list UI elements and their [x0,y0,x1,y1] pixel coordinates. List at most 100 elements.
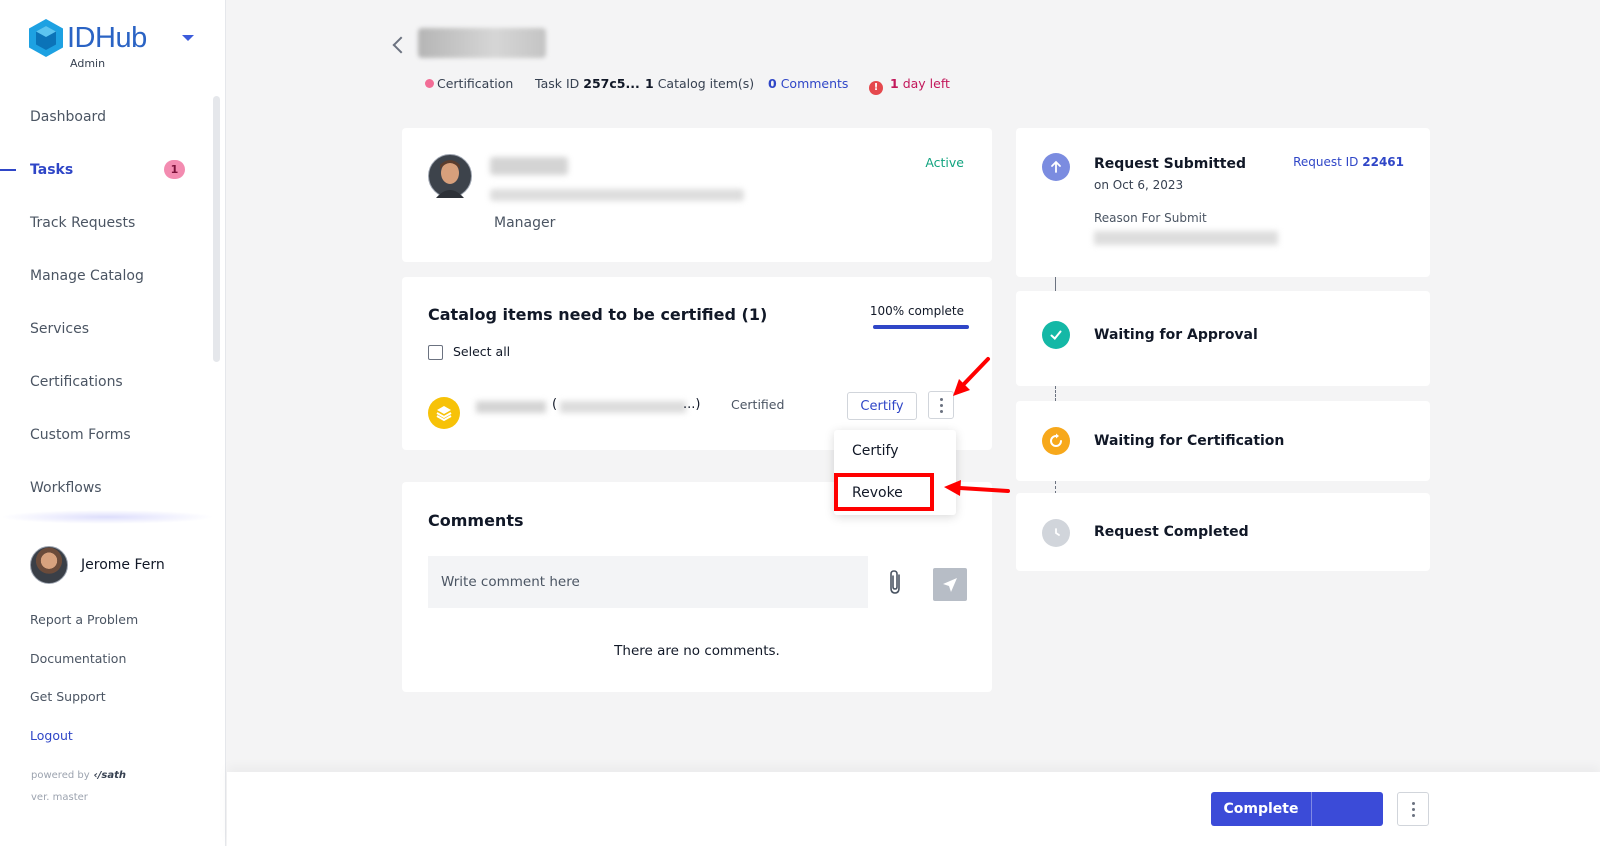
user-profile[interactable]: Jerome Fern [30,546,165,584]
reason-text-redacted [1094,231,1278,245]
alert-icon: ! [869,81,883,95]
layers-icon [436,406,452,422]
complete-label: Complete [1223,801,1299,817]
send-icon [943,577,957,592]
sidebar-item-workflows[interactable]: Workflows [0,461,214,514]
request-id-label: Request ID [1293,155,1359,169]
progress-label: 100% complete [869,304,964,318]
sidebar-links: Report a Problem Documentation Get Suppo… [30,612,138,766]
idhub-logo-icon [29,19,63,57]
sidebar-nav: Dashboard Tasks 1 Track Requests Manage C… [0,90,214,514]
action-bar: Complete [227,772,1600,846]
user-email-redacted [490,189,744,201]
catalog-card: Catalog items need to be certified (1) 1… [402,277,992,450]
sidebar-item-label: Certifications [30,373,123,390]
send-comment-button[interactable] [933,568,967,601]
status-badge: Active [925,155,964,170]
catalog-count-label: Catalog item(s) [657,76,755,91]
empty-comments-text: There are no comments. [614,643,780,659]
catalog-item-name-redacted [476,401,546,413]
due-status: ! 1 day left [869,76,950,95]
type-dot-icon [425,79,434,88]
sidebar-item-manage-catalog[interactable]: Manage Catalog [0,249,214,302]
revoke-highlight-box [834,473,934,511]
sidebar-item-certifications[interactable]: Certifications [0,355,214,408]
task-title-redacted [418,28,546,58]
sidebar-scrollbar[interactable] [213,96,220,362]
report-problem-link[interactable]: Report a Problem [30,612,138,651]
catalog-title: Catalog items need to be certified (1) [428,305,768,324]
days-label: day left [902,76,950,91]
task-id-label: Task ID [535,76,580,91]
tasks-count-badge: 1 [164,160,185,179]
certify-button[interactable]: Certify [847,392,917,420]
check-icon [1042,321,1070,349]
comments-link[interactable]: 0 Comments [768,76,848,91]
in-progress-icon [1042,427,1070,455]
sidebar-item-label: Track Requests [30,214,136,231]
progress-bar [873,325,969,329]
sidebar-divider [0,510,214,524]
kebab-dot-icon [1411,813,1415,817]
comments-label: Comments [780,76,849,91]
sidebar-item-label: Tasks [30,161,74,178]
avatar [30,546,68,584]
sidebar: IDHub Admin Dashboard Tasks 1 Track Reque… [0,0,226,846]
sidebar-item-dashboard[interactable]: Dashboard [0,90,214,143]
complete-button[interactable]: Complete [1211,792,1383,826]
sidebar-item-label: Custom Forms [30,426,131,443]
sidebar-item-label: Services [30,320,90,337]
step-title: Request Submitted [1094,156,1247,172]
user-role: Manager [494,215,556,231]
arrow-up-icon [1042,153,1070,181]
comments-title: Comments [428,511,524,530]
days-count: 1 [890,76,899,91]
reason-label: Reason For Submit [1094,211,1207,225]
get-support-link[interactable]: Get Support [30,689,138,728]
brand-name: IDHub [67,21,147,54]
sidebar-item-label: Manage Catalog [30,267,144,284]
version-label: ver. master [31,792,88,803]
more-actions-button[interactable] [1397,792,1429,826]
select-all-label: Select all [453,344,511,359]
catalog-item-owner-redacted [560,401,686,413]
brand[interactable]: IDHub [28,18,147,58]
logout-link[interactable]: Logout [30,728,138,767]
select-all-checkbox[interactable] [428,345,443,360]
task-type-label: Certification [437,76,514,91]
comment-input[interactable] [428,556,868,608]
avatar [428,154,472,198]
timeline-step-submitted: Request Submitted on Oct 6, 2023 Request… [1016,128,1430,277]
kebab-dot-icon [939,403,943,407]
sidebar-item-label: Dashboard [30,108,106,125]
request-id[interactable]: Request ID 22461 [1293,155,1404,169]
paperclip-icon[interactable] [884,568,908,596]
kebab-dot-icon [939,397,943,401]
kebab-dot-icon [1411,807,1415,811]
step-title: Waiting for Certification [1094,433,1285,449]
timeline-step-certification: Waiting for Certification [1016,401,1430,481]
user-name-redacted [490,157,568,175]
clock-icon [1042,519,1070,547]
catalog-count: 1 Catalog item(s) [645,76,754,91]
timeline-step-approval: Waiting for Approval [1016,291,1430,386]
task-id: Task ID 257c5... [535,76,640,91]
menu-item-certify[interactable]: Certify [852,443,899,459]
comments-count: 0 [768,76,777,91]
step-date: on Oct 6, 2023 [1094,178,1184,192]
catalog-count-value: 1 [645,76,654,91]
kebab-dot-icon [939,409,943,413]
back-chevron-icon[interactable] [392,36,410,54]
catalog-item-layers-icon [428,397,460,429]
sidebar-item-custom-forms[interactable]: Custom Forms [0,408,214,461]
sidebar-item-tasks[interactable]: Tasks 1 [0,143,214,196]
chevron-down-icon[interactable] [182,35,194,41]
powered-by-logo: ‹/sath [93,770,127,781]
user-name: Jerome Fern [81,557,165,573]
step-title: Waiting for Approval [1094,327,1258,343]
item-more-actions-button[interactable] [928,391,954,419]
powered-by: powered by ‹/sath [31,770,126,781]
documentation-link[interactable]: Documentation [30,651,138,690]
sidebar-item-services[interactable]: Services [0,302,214,355]
sidebar-item-track-requests[interactable]: Track Requests [0,196,214,249]
